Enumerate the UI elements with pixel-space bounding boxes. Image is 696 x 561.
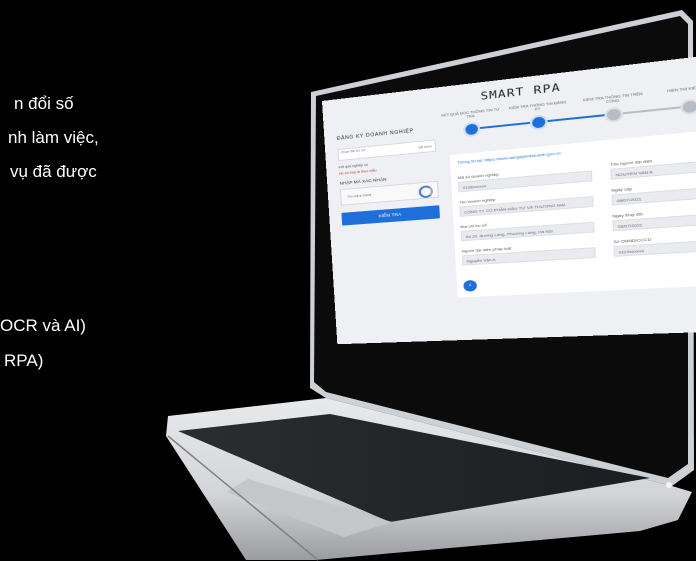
field-label-8: Số CMND/CCCD [613,236,652,245]
camera-light [666,482,672,488]
step-1[interactable]: KẾT QUẢ ĐỌC THÔNG TIN TỪ TRA [441,107,501,139]
step-2[interactable]: KIỂM TRA THÔNG TIN ĐĂNG KÝ [507,100,570,133]
step-1-dot [462,121,480,138]
upload-panel: ĐĂNG KÝ DOANH NGHIỆP Chọn file hồ sơ Đã … [337,126,443,272]
screen: SMART RPA KẾT QUẢ ĐỌC THÔNG TIN TỪ TRA K… [322,50,696,345]
source-link[interactable]: Thông tin tại: https://www.dangkykinhdoa… [457,150,561,164]
step-3[interactable]: KIỂM TRA THÔNG TIN TRÊN CỔNG [580,92,646,126]
captcha-text: I'm not a robot [347,193,372,199]
back-button[interactable]: ‹ [463,279,478,292]
recaptcha-icon [418,185,434,199]
field-label-6: Ngày thay đổi [612,211,643,219]
upload-panel-title: ĐĂNG KÝ DOANH NGHIỆP [336,128,414,142]
chevron-left-icon: ‹ [468,282,472,289]
result-form: Thông tin tại: https://www.dangkykinhdoa… [449,128,696,298]
field-label-4: Ngày cấp [611,186,633,193]
file-chooser-label: Chọn file hồ sơ [340,148,366,155]
step-3-dot [603,106,623,124]
submit-button[interactable]: KIỂM TRA [341,205,440,226]
field-label-5: Địa chỉ trụ sở [460,222,488,230]
captcha-box[interactable]: I'm not a robot [339,180,439,206]
file-chooser-value: Đã chọn [418,144,432,150]
step-4-dot [679,98,696,116]
step-2-dot [528,114,548,131]
step-4[interactable]: HIỂN THỊ KIỂM TRA [655,83,696,118]
